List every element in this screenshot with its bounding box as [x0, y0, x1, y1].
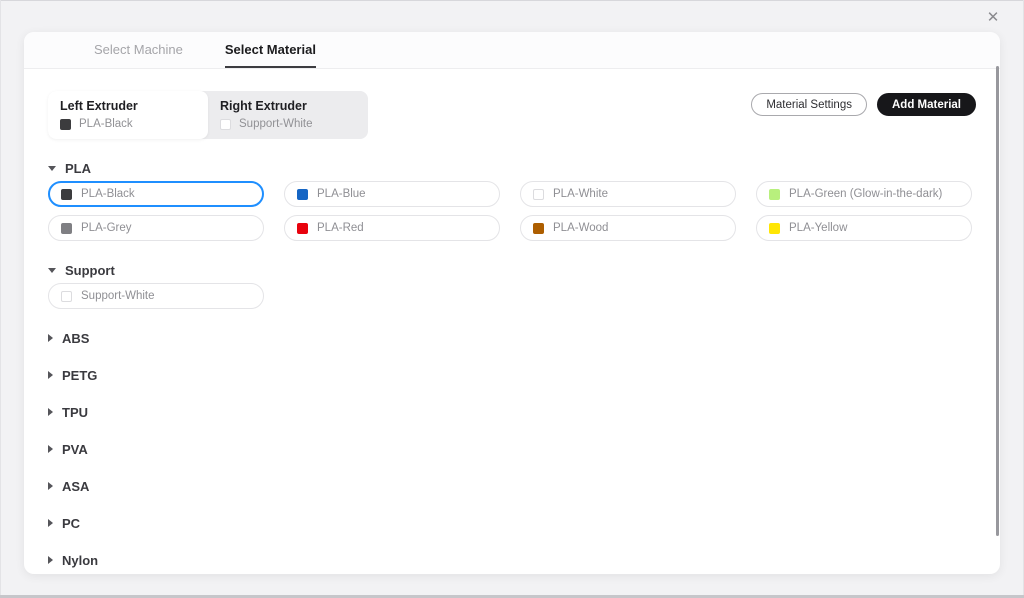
color-swatch [61, 222, 72, 234]
section-toggle-pc[interactable]: PC [48, 515, 976, 531]
right-extruder-material: Support-White [220, 118, 368, 130]
material-name: Support-White [239, 118, 313, 130]
material-support-white[interactable]: Support-White [48, 283, 264, 309]
material-section-petg: PETG [48, 367, 976, 383]
section-label: ASA [62, 478, 90, 494]
color-swatch [297, 188, 308, 200]
material-section-pva: PVA [48, 441, 976, 457]
material-grid: PLA-Black PLA-Blue PLA-White PLA-Green (Glo… [48, 181, 974, 241]
section-label: PC [62, 515, 81, 531]
material-dialog: Select Machine Select Material Left Extr… [24, 32, 1000, 574]
color-swatch [533, 188, 544, 200]
color-swatch [297, 222, 308, 234]
section-toggle-pva[interactable]: PVA [48, 441, 976, 457]
section-label: ABS [62, 330, 90, 346]
tab-select-machine[interactable]: Select Machine [94, 32, 183, 68]
material-section-nylon: Nylon [48, 552, 976, 568]
section-toggle-abs[interactable]: ABS [48, 330, 976, 346]
close-icon[interactable]: ✕ [983, 8, 1003, 28]
material-name: PLA-Grey [81, 222, 132, 234]
right-extruder-card[interactable]: Right Extruder Support-White [208, 91, 368, 139]
top-row: Left Extruder PLA-Black Right Extruder S… [48, 91, 976, 139]
material-section-tpu: TPU [48, 404, 976, 420]
material-pla-green-glow-in-the-dark[interactable]: PLA-Green (Glow-in-the-dark) [756, 181, 972, 207]
color-swatch [769, 188, 780, 200]
material-pla-yellow[interactable]: PLA-Yellow [756, 215, 972, 241]
extruder-selector: Left Extruder PLA-Black Right Extruder S… [48, 91, 368, 139]
chevron-down-icon [48, 267, 56, 273]
chevron-right-icon [48, 334, 53, 342]
dialog-header: Select Machine Select Material [24, 32, 1000, 69]
section-label: TPU [62, 404, 88, 420]
material-name: PLA-Green (Glow-in-the-dark) [789, 188, 943, 200]
chevron-right-icon [48, 482, 53, 490]
section-toggle-nylon[interactable]: Nylon [48, 552, 976, 568]
material-name: PLA-Black [79, 118, 133, 130]
material-section-asa: ASA [48, 478, 976, 494]
chevron-right-icon [48, 408, 53, 416]
color-swatch [61, 290, 72, 302]
section-toggle-support[interactable]: Support [48, 262, 976, 278]
chevron-right-icon [48, 445, 53, 453]
vertical-scrollbar[interactable] [996, 66, 999, 536]
material-pla-black[interactable]: PLA-Black [48, 181, 264, 207]
chevron-right-icon [48, 371, 53, 379]
material-name: PLA-Blue [317, 188, 366, 200]
material-sections: PLA PLA-Black PLA-Blue PLA-White PLA-Green (… [48, 161, 976, 568]
chevron-down-icon [48, 165, 56, 171]
material-name: PLA-White [553, 188, 608, 200]
section-label: Nylon [62, 552, 99, 568]
material-name: PLA-Wood [553, 222, 609, 234]
chevron-right-icon [48, 556, 53, 564]
window-left-edge [0, 0, 1, 598]
color-swatch [60, 118, 71, 130]
material-pla-blue[interactable]: PLA-Blue [284, 181, 500, 207]
material-name: PLA-Yellow [789, 222, 848, 234]
material-section-pla: PLA PLA-Black PLA-Blue PLA-White PLA-Green (… [48, 161, 976, 241]
material-section-abs: ABS [48, 330, 976, 346]
material-pla-white[interactable]: PLA-White [520, 181, 736, 207]
material-section-support: Support Support-White [48, 263, 976, 309]
tab-select-material[interactable]: Select Material [224, 32, 316, 68]
color-swatch [61, 188, 72, 200]
toolbar: Material Settings Add Material [751, 93, 976, 116]
section-toggle-petg[interactable]: PETG [48, 367, 976, 383]
section-label: Support [65, 262, 115, 278]
material-section-pc: PC [48, 515, 976, 531]
section-toggle-tpu[interactable]: TPU [48, 404, 976, 420]
section-toggle-asa[interactable]: ASA [48, 478, 976, 494]
material-grid: Support-White [48, 283, 974, 309]
window-top-edge [0, 0, 1024, 1]
material-pla-wood[interactable]: PLA-Wood [520, 215, 736, 241]
material-name: PLA-Red [317, 222, 364, 234]
section-label: PVA [62, 441, 88, 457]
color-swatch [769, 222, 780, 234]
section-label: PLA [65, 160, 91, 176]
material-pla-red[interactable]: PLA-Red [284, 215, 500, 241]
left-extruder-title: Left Extruder [60, 99, 138, 113]
chevron-right-icon [48, 519, 53, 527]
dialog-body: Left Extruder PLA-Black Right Extruder S… [24, 69, 1000, 568]
material-settings-button[interactable]: Material Settings [751, 93, 867, 116]
left-extruder-material: PLA-Black [60, 118, 208, 130]
add-material-button[interactable]: Add Material [876, 93, 976, 116]
material-pla-grey[interactable]: PLA-Grey [48, 215, 264, 241]
color-swatch [220, 118, 231, 130]
section-label: PETG [62, 367, 98, 383]
right-extruder-title: Right Extruder [220, 99, 307, 113]
material-name: Support-White [81, 290, 155, 302]
left-extruder-card[interactable]: Left Extruder PLA-Black [48, 91, 208, 139]
material-name: PLA-Black [81, 188, 135, 200]
section-toggle-pla[interactable]: PLA [48, 160, 976, 176]
color-swatch [533, 222, 544, 234]
